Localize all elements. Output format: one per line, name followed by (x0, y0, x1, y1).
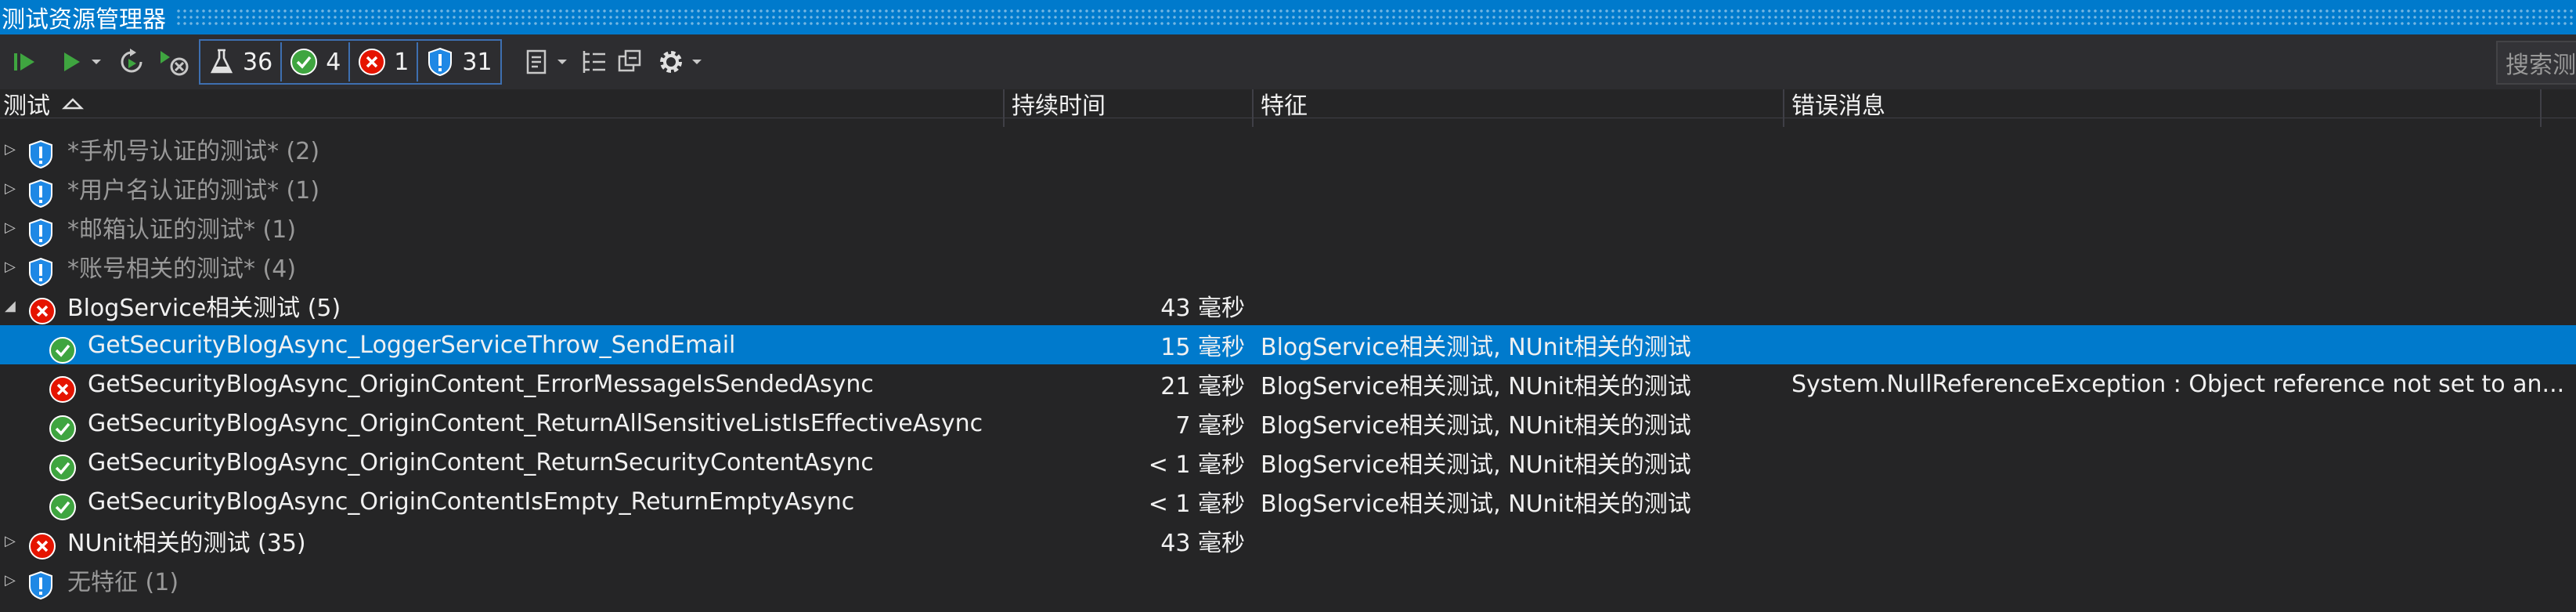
total-count: 36 (243, 48, 273, 76)
test-duration: < 1 毫秒 (1148, 491, 1245, 518)
tree-group-row[interactable]: ▷ *手机号认证的测试* (2) (0, 129, 2576, 169)
title-grip (0, 8, 2576, 27)
tree-group-row[interactable]: ▷ *邮箱认证的测试* (1) (0, 208, 2576, 248)
playlist-dropdown-icon[interactable] (554, 41, 571, 83)
test-counts: 36 4 1 31 (199, 39, 502, 85)
cancel-run-icon[interactable] (157, 41, 191, 83)
column-header-error[interactable]: 错误消息 (1785, 89, 2543, 120)
column-test-label: 测试 (3, 92, 50, 120)
tree-group-row[interactable]: ▷ *用户名认证的测试* (1) (0, 168, 2576, 208)
group-label: *邮箱认证的测试* (1) (67, 216, 297, 244)
search-placeholder: 搜索测 (2506, 52, 2576, 79)
run-icon[interactable] (58, 41, 85, 83)
group-label: NUnit相关的测试 (35) (67, 530, 306, 557)
test-row[interactable]: GetSecurityBlogAsync_OriginContent_Retur… (0, 404, 2576, 443)
test-duration: < 1 毫秒 (1148, 451, 1245, 479)
column-traits-label: 特征 (1261, 92, 1308, 120)
group-by-icon[interactable] (579, 41, 610, 83)
settings-gear-icon[interactable] (655, 41, 687, 83)
test-name: GetSecurityBlogAsync_OriginContentIsEmpt… (88, 487, 855, 516)
not-run-count-button[interactable]: 31 (418, 42, 500, 81)
settings-dropdown-icon[interactable] (687, 41, 707, 83)
group-duration: 43 毫秒 (1160, 295, 1245, 322)
failed-count-button[interactable]: 1 (350, 42, 419, 81)
group-label: *手机号认证的测试* (2) (67, 138, 320, 165)
failed-icon (359, 49, 386, 75)
window-title: 测试资源管理器 (0, 0, 174, 34)
column-error-label: 错误消息 (1791, 92, 1885, 120)
column-duration-label: 持续时间 (1012, 92, 1106, 120)
passed-icon (290, 49, 318, 75)
test-name: GetSecurityBlogAsync_OriginContent_Retur… (88, 448, 874, 476)
test-row[interactable]: GetSecurityBlogAsync_OriginContent_Error… (0, 364, 2576, 404)
test-traits: BlogService相关测试, NUnit相关的测试 (1261, 373, 1691, 400)
test-duration: 21 毫秒 (1160, 373, 1245, 400)
expand-arrow-icon[interactable]: ▷ (5, 560, 23, 599)
toolbar: 36 4 1 31 搜索测 (0, 34, 2576, 89)
test-error: System.NullReferenceException : Object r… (1791, 370, 2565, 398)
column-divider[interactable] (1252, 89, 1254, 127)
not-run-count: 31 (462, 48, 492, 76)
test-name: GetSecurityBlogAsync_LoggerServiceThrow_… (88, 331, 736, 359)
tree-group-row[interactable]: ◢ BlogService相关测试 (5) 43 毫秒 (0, 286, 2576, 325)
group-label: 无特征 (1) (67, 569, 179, 596)
collapse-icon[interactable] (615, 41, 646, 83)
test-row[interactable]: GetSecurityBlogAsync_LoggerServiceThrow_… (0, 325, 2576, 364)
run-all-icon[interactable] (9, 41, 41, 83)
search-input[interactable]: 搜索测 (2496, 41, 2576, 85)
group-label: *账号相关的测试* (4) (67, 255, 297, 283)
column-divider[interactable] (1783, 89, 1784, 127)
playlist-icon[interactable] (522, 41, 554, 83)
test-name: GetSecurityBlogAsync_OriginContent_Retur… (88, 409, 983, 437)
passed-count: 4 (326, 48, 341, 76)
expand-arrow-icon[interactable]: ▷ (5, 129, 23, 168)
expand-arrow-icon[interactable]: ▷ (5, 208, 23, 247)
test-traits: BlogService相关测试, NUnit相关的测试 (1261, 334, 1691, 361)
failed-count: 1 (394, 48, 409, 76)
expand-arrow-icon[interactable]: ▷ (5, 168, 23, 208)
column-divider[interactable] (1003, 89, 1005, 127)
group-label: *用户名认证的测试* (1) (67, 177, 320, 205)
tree-group-row[interactable]: ▷ 无特征 (1) (0, 560, 2576, 600)
not-run-icon (428, 47, 453, 77)
tree-group-row[interactable]: ▷ *账号相关的测试* (4) (0, 247, 2576, 287)
rerun-icon[interactable] (116, 41, 147, 83)
sort-ascending-icon (61, 98, 85, 110)
title-bar: 测试资源管理器 (0, 0, 2576, 34)
run-dropdown-icon[interactable] (85, 41, 108, 83)
total-count-button[interactable]: 36 (200, 42, 283, 81)
test-row[interactable]: GetSecurityBlogAsync_OriginContent_Retur… (0, 443, 2576, 482)
tree-group-row[interactable]: ▷ NUnit相关的测试 (35) 43 毫秒 (0, 521, 2576, 560)
group-label: BlogService相关测试 (5) (67, 295, 341, 322)
test-duration: 15 毫秒 (1160, 334, 1245, 361)
test-row[interactable]: GetSecurityBlogAsync_OriginContentIsEmpt… (0, 482, 2576, 521)
not-run-icon (29, 570, 52, 600)
flask-icon (210, 49, 233, 74)
expand-arrow-icon[interactable]: ▷ (5, 521, 23, 560)
column-header-test[interactable]: 测试 (0, 89, 1005, 120)
collapse-arrow-icon[interactable]: ◢ (5, 286, 23, 325)
expand-arrow-icon[interactable]: ▷ (5, 247, 23, 286)
group-duration: 43 毫秒 (1160, 530, 1245, 557)
passed-count-button[interactable]: 4 (282, 42, 351, 81)
column-header-traits[interactable]: 特征 (1254, 89, 1777, 120)
test-traits: BlogService相关测试, NUnit相关的测试 (1261, 491, 1691, 518)
test-traits: BlogService相关测试, NUnit相关的测试 (1261, 451, 1691, 479)
test-traits: BlogService相关测试, NUnit相关的测试 (1261, 412, 1691, 440)
column-header: 测试 持续时间 特征 错误消息 (0, 89, 2576, 127)
column-header-duration[interactable]: 持续时间 (1005, 89, 1254, 120)
test-name: GetSecurityBlogAsync_OriginContent_Error… (88, 370, 874, 398)
test-duration: 7 毫秒 (1175, 412, 1245, 440)
column-divider[interactable] (2540, 89, 2542, 127)
